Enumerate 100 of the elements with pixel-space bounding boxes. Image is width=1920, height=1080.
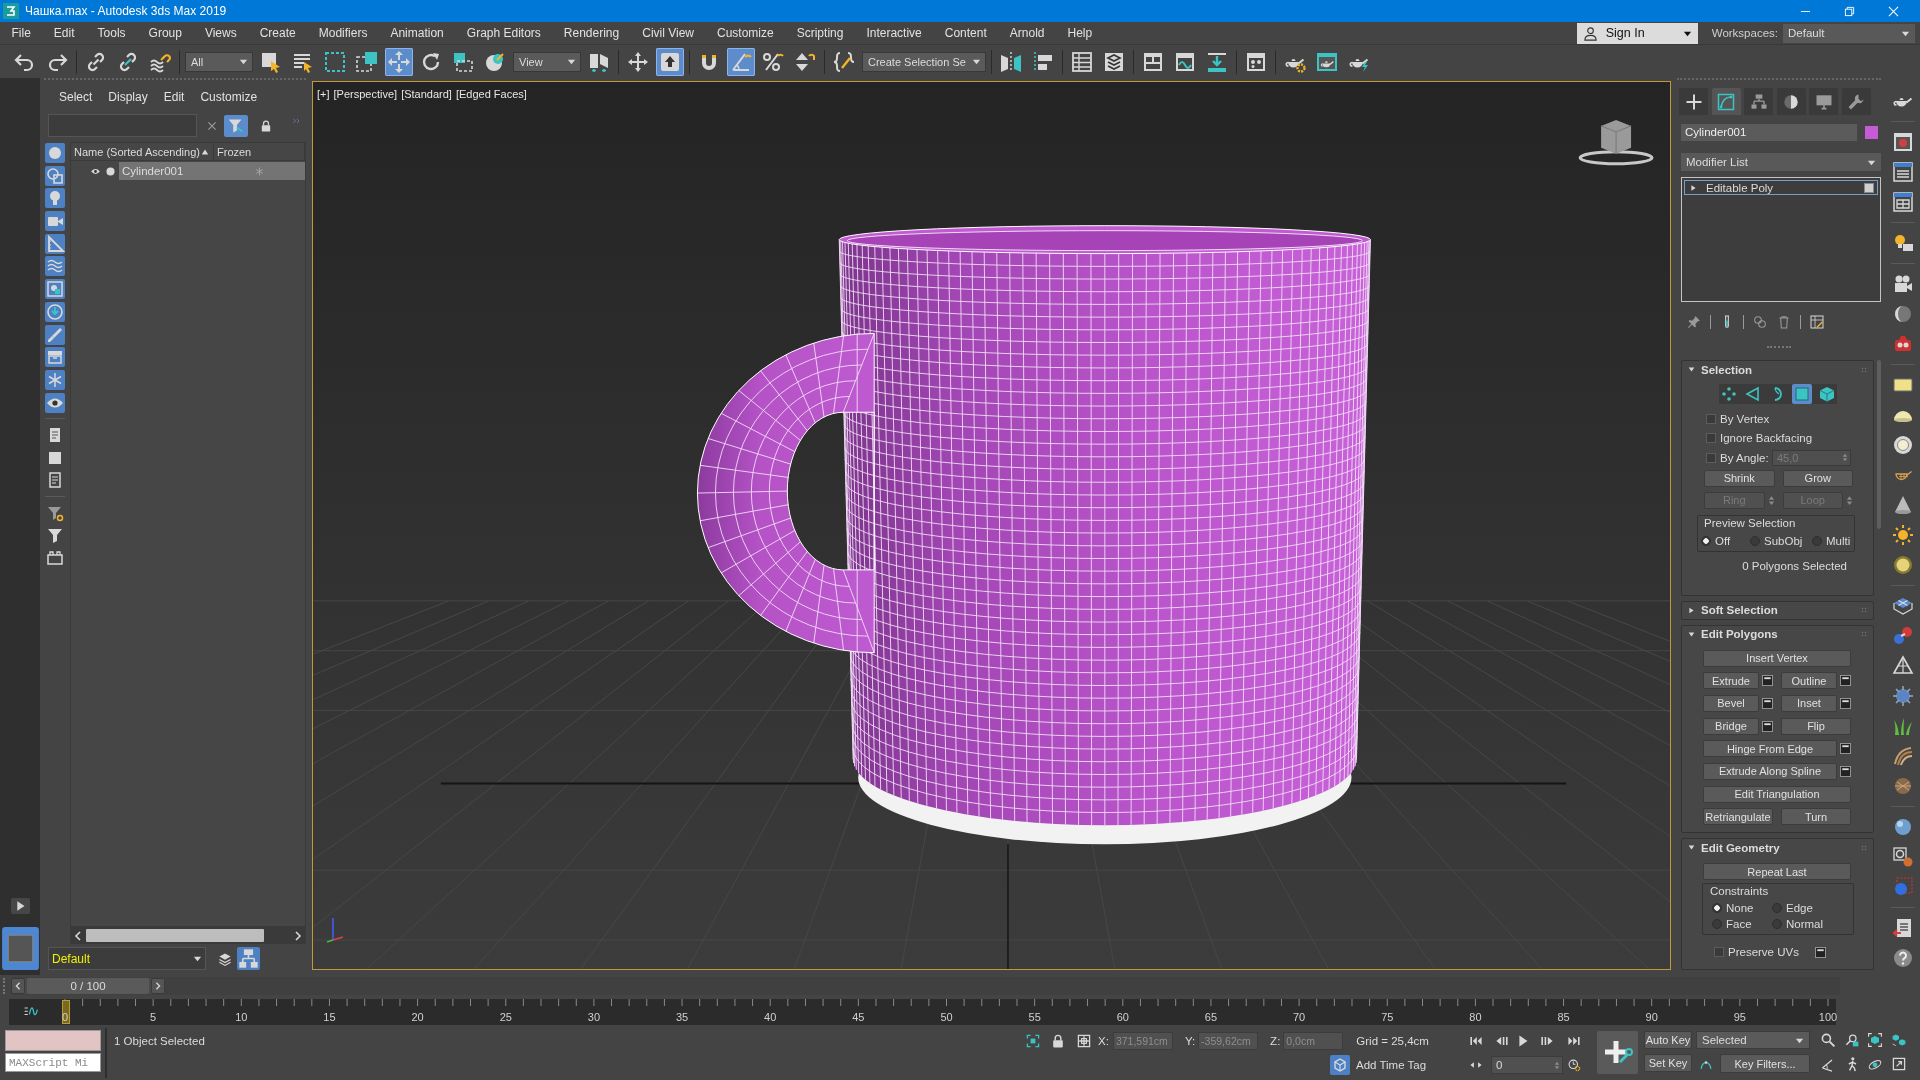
chevron-left-icon[interactable]	[73, 930, 83, 941]
triangle-right-icon[interactable]	[1690, 183, 1697, 192]
menu-item[interactable]: Views	[193, 26, 249, 40]
pin-icon[interactable]	[1686, 314, 1702, 330]
cubes-icon[interactable]	[1890, 1032, 1907, 1048]
command-tab[interactable]	[1744, 88, 1774, 115]
group-icon[interactable]	[45, 279, 65, 300]
workspace-dropdown[interactable]: Default	[1783, 23, 1915, 43]
clock-gear-icon[interactable]	[1567, 1058, 1581, 1072]
up-arrow-box-icon[interactable]	[656, 47, 684, 76]
mug-drawing[interactable]	[696, 225, 1371, 845]
panel-button[interactable]: Extrude Along Spline	[1703, 762, 1837, 780]
hierarchy-icon[interactable]	[237, 947, 260, 970]
menu-item[interactable]: Tools	[86, 26, 138, 40]
snowflake-icon[interactable]	[45, 369, 65, 390]
cube-frame-icon[interactable]	[1867, 1032, 1883, 1048]
auto-key-button[interactable]: Auto Key	[1644, 1031, 1692, 1049]
rollout-header[interactable]: Edit Geometry	[1682, 839, 1873, 857]
plus-key-icon[interactable]	[1597, 1031, 1638, 1074]
viewport-label[interactable]: [Perspective]	[333, 88, 398, 100]
settings-box-icon[interactable]	[1840, 765, 1851, 777]
panel-button[interactable]: Insert Vertex	[1703, 649, 1851, 667]
grid-window-icon[interactable]	[1890, 190, 1915, 214]
panel-button[interactable]: Extrude	[1703, 672, 1759, 690]
checkbox[interactable]	[1706, 433, 1716, 444]
menu-item[interactable]: Customize	[705, 26, 786, 40]
lightbulb-icon[interactable]	[45, 188, 65, 209]
panel-button[interactable]: Turn	[1781, 808, 1851, 826]
modifier-stack-item[interactable]: Editable Poly	[1684, 180, 1878, 195]
menu-item[interactable]: Group	[137, 26, 194, 40]
angle-snap-icon[interactable]	[727, 47, 755, 76]
menu-item[interactable]: Modifiers	[307, 26, 379, 40]
play-icon[interactable]	[10, 898, 30, 914]
shapes-icon[interactable]	[45, 165, 65, 186]
checkbox[interactable]	[1714, 947, 1724, 958]
crosshair-box-icon[interactable]	[1076, 1033, 1092, 1049]
maximize-icon[interactable]	[1890, 1056, 1907, 1072]
viewport-label[interactable]: [Edged Faces]	[455, 88, 527, 100]
panel-button[interactable]: Outline	[1781, 672, 1837, 690]
command-tab[interactable]	[1809, 88, 1839, 115]
settings-box-icon[interactable]	[1840, 743, 1851, 755]
scrollbar-thumb[interactable]	[86, 929, 264, 942]
radio-button[interactable]	[1750, 535, 1760, 546]
radio-button[interactable]	[1772, 919, 1782, 930]
menu-item[interactable]: Rendering	[552, 26, 631, 40]
menu-item[interactable]: File	[0, 26, 43, 40]
add-time-tag[interactable]: Add Time Tag	[1356, 1059, 1427, 1071]
waves-icon[interactable]	[45, 256, 65, 277]
toggle-square-icon[interactable]	[1864, 182, 1874, 193]
rollout-header[interactable]: Selection	[1682, 361, 1873, 378]
explorer-menu-item[interactable]: Edit	[163, 90, 185, 104]
lock-icon[interactable]	[1050, 1033, 1066, 1049]
eye-icon[interactable]	[45, 392, 65, 413]
panel-button[interactable]: Inset	[1781, 694, 1837, 712]
rollout-header[interactable]: Edit Polygons	[1682, 625, 1873, 643]
maxscript-input-field[interactable]: MAXScript Mi	[5, 1053, 101, 1072]
previous-frame-button[interactable]	[11, 978, 25, 994]
explorer-menu-item[interactable]: Select	[59, 90, 93, 104]
explorer-menu-item[interactable]: Display	[108, 90, 148, 104]
radio-button[interactable]	[1712, 903, 1722, 914]
brush-icon[interactable]	[45, 324, 65, 345]
search-field[interactable]	[48, 114, 197, 137]
panel-button[interactable]: Grow	[1782, 469, 1853, 487]
color-swatch-icon[interactable]	[1865, 126, 1878, 139]
menu-item[interactable]: Animation	[378, 26, 456, 40]
tray-icon[interactable]	[45, 347, 65, 368]
chevron-right-icon[interactable]	[293, 930, 303, 941]
panel-button[interactable]: Flip	[1781, 717, 1851, 735]
current-frame-marker[interactable]	[62, 999, 70, 1024]
column-header[interactable]: Frozen	[214, 143, 305, 160]
menu-item[interactable]: Graph Editors	[455, 26, 553, 40]
settings-box-icon[interactable]	[1762, 720, 1773, 732]
time-slider-track[interactable]: 0 / 100	[11, 977, 1840, 995]
panel-button[interactable]: Repeat Last	[1703, 863, 1851, 881]
object-name-cell[interactable]: Cylinder001	[119, 162, 213, 180]
next-frame-button[interactable]	[151, 978, 165, 994]
settings-box-icon[interactable]	[1840, 697, 1851, 709]
settings-box-icon[interactable]	[1762, 697, 1773, 709]
menu-item[interactable]: Arnold	[998, 26, 1056, 40]
panel-button[interactable]: Hinge From Edge	[1703, 740, 1837, 758]
panel-button[interactable]: Edit Triangulation	[1703, 785, 1851, 803]
settings-box-icon[interactable]	[1840, 675, 1851, 687]
panel-button[interactable]: Bevel	[1703, 694, 1759, 712]
menu-item[interactable]: Content	[933, 26, 999, 40]
video-camera-icon[interactable]	[45, 211, 65, 232]
settings-box-icon[interactable]	[1762, 675, 1773, 687]
restore-icon[interactable]	[1843, 5, 1855, 17]
listener-output-field[interactable]	[5, 1030, 101, 1051]
modifier-list-dropdown[interactable]: Modifier List	[1681, 153, 1881, 171]
menu-item[interactable]: Interactive	[854, 26, 934, 40]
track-bar[interactable]: 0 5 10 15 20 25 30 35 40 45 50 55 60 65 70 75 80 85 90 95 100	[9, 998, 1836, 1025]
command-tab[interactable]	[1841, 88, 1871, 115]
object-name-field[interactable]: Cylinder001	[1681, 124, 1857, 141]
ruler-icon[interactable]	[45, 233, 65, 254]
toolbar-dropdown[interactable]: Create Selection Se	[862, 51, 986, 72]
menu-item[interactable]: Create	[248, 26, 308, 40]
command-tab[interactable]	[1711, 88, 1741, 115]
checkbox[interactable]	[1706, 452, 1716, 463]
viewport-label[interactable]: [Standard]	[401, 88, 452, 100]
panel-button[interactable]: Retriangulate	[1703, 808, 1773, 826]
